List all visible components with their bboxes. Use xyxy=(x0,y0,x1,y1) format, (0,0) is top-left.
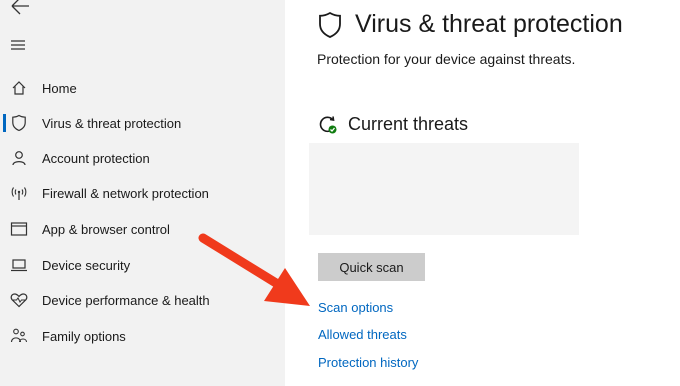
quick-scan-button[interactable]: Quick scan xyxy=(318,253,425,281)
page-header: Virus & threat protection xyxy=(317,10,623,39)
page-subtitle: Protection for your device against threa… xyxy=(317,51,576,67)
sidebar-item-label: Firewall & network protection xyxy=(42,185,209,201)
main-content: Virus & threat protection Protection for… xyxy=(285,0,680,386)
home-icon xyxy=(10,79,28,97)
laptop-icon xyxy=(10,256,28,274)
scan-options-link[interactable]: Scan options xyxy=(318,300,393,315)
shield-icon xyxy=(10,114,28,132)
wifi-antenna-icon xyxy=(10,184,28,202)
sidebar-item-label: Family options xyxy=(42,328,126,344)
allowed-threats-link[interactable]: Allowed threats xyxy=(318,327,407,342)
sidebar-item-home[interactable]: Home xyxy=(0,71,285,105)
sidebar-item-account-protection[interactable]: Account protection xyxy=(0,141,285,175)
sidebar-item-label: App & browser control xyxy=(42,221,170,237)
hamburger-menu-icon xyxy=(11,40,25,50)
sidebar-item-label: Virus & threat protection xyxy=(42,115,182,131)
hamburger-menu-button[interactable] xyxy=(10,38,28,52)
person-icon xyxy=(10,149,28,167)
sidebar-item-firewall-network-protection[interactable]: Firewall & network protection xyxy=(0,176,285,210)
sidebar-item-device-security[interactable]: Device security xyxy=(0,248,285,282)
family-icon xyxy=(10,327,28,345)
sidebar-item-device-performance-health[interactable]: Device performance & health xyxy=(0,283,285,317)
back-arrow-icon xyxy=(11,0,29,15)
sidebar-item-label: Account protection xyxy=(42,150,150,166)
sidebar-item-family-options[interactable]: Family options xyxy=(0,319,285,353)
sidebar-item-label: Device performance & health xyxy=(42,292,210,308)
page-title: Virus & threat protection xyxy=(355,10,623,38)
threats-status-panel xyxy=(309,143,579,235)
browser-window-icon xyxy=(10,220,28,238)
sidebar-item-label: Home xyxy=(42,80,77,96)
sidebar-item-app-browser-control[interactable]: App & browser control xyxy=(0,212,285,246)
sidebar-item-virus-threat-protection[interactable]: Virus & threat protection xyxy=(0,106,285,140)
back-button[interactable] xyxy=(8,0,32,16)
refresh-check-icon xyxy=(319,115,337,133)
sidebar: Home Virus & threat protection Account p… xyxy=(0,0,285,386)
protection-history-link[interactable]: Protection history xyxy=(318,355,418,370)
section-title: Current threats xyxy=(348,114,469,134)
heart-icon xyxy=(10,291,28,309)
current-threats-header: Current threats xyxy=(317,114,468,135)
sidebar-item-label: Device security xyxy=(42,257,131,273)
shield-icon xyxy=(319,11,341,38)
